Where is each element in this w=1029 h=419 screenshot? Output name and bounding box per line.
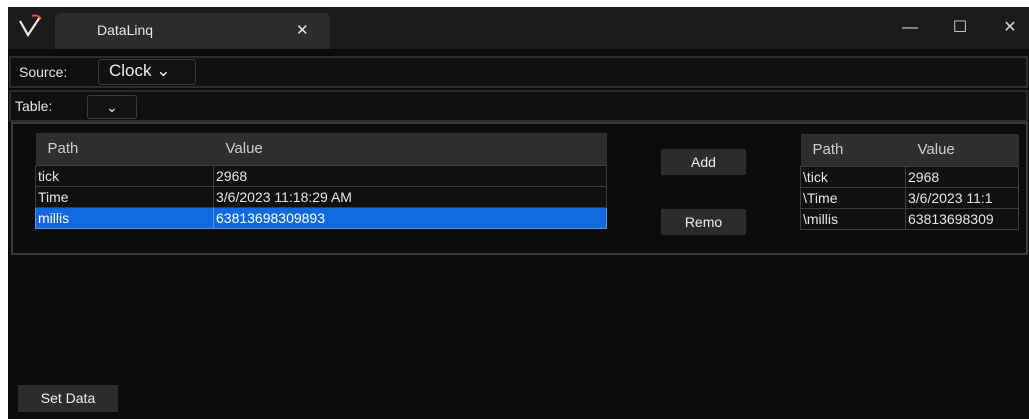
- remove-button[interactable]: Remo: [661, 209, 746, 235]
- column-header-value[interactable]: Value: [213, 133, 607, 165]
- app-logo-icon: [19, 14, 42, 38]
- title-bar: DataLinq ✕ — ☐ ✕: [8, 7, 1029, 49]
- mapping-panel: Path Value tick 2968 Time 3/6/2023 11:18…: [11, 122, 1028, 255]
- path-cell[interactable]: millis: [35, 206, 214, 229]
- path-cell[interactable]: \Time: [800, 186, 906, 209]
- table-row[interactable]: \tick 2968: [800, 165, 1019, 188]
- source-label: Source:: [19, 64, 68, 80]
- tab-datalinq[interactable]: DataLinq ✕: [55, 13, 330, 49]
- set-data-button[interactable]: Set Data: [18, 385, 118, 412]
- value-cell[interactable]: 63813698309893: [213, 206, 607, 229]
- source-grid: Path Value tick 2968 Time 3/6/2023 11:18…: [35, 133, 607, 229]
- path-cell[interactable]: \millis: [800, 207, 906, 230]
- column-header-path[interactable]: Path: [35, 133, 214, 165]
- close-window-button[interactable]: ✕: [992, 15, 1028, 41]
- value-cell[interactable]: 2968: [905, 165, 1019, 188]
- column-header-value[interactable]: Value: [905, 134, 1019, 166]
- source-dropdown[interactable]: Clock ⌄: [98, 59, 196, 85]
- table-row[interactable]: tick 2968: [35, 164, 607, 187]
- tab-close-icon[interactable]: ✕: [296, 21, 309, 39]
- path-cell[interactable]: tick: [35, 164, 214, 187]
- tab-title: DataLinq: [97, 22, 154, 38]
- source-row: Source: Clock ⌄: [9, 56, 1028, 88]
- column-header-path[interactable]: Path: [800, 134, 906, 166]
- value-cell[interactable]: 2968: [213, 164, 607, 187]
- table-label: Table:: [15, 98, 53, 114]
- table-dropdown[interactable]: ⌄: [87, 95, 137, 119]
- value-cell[interactable]: 3/6/2023 11:1: [905, 186, 1019, 209]
- maximize-button[interactable]: ☐: [942, 15, 978, 41]
- value-cell[interactable]: 3/6/2023 11:18:29 AM: [213, 185, 607, 208]
- table-row-selector: Table: ⌄: [9, 90, 1028, 122]
- table-row-selected[interactable]: millis 63813698309893: [35, 206, 607, 229]
- table-row[interactable]: Time 3/6/2023 11:18:29 AM: [35, 185, 607, 208]
- table-row[interactable]: \Time 3/6/2023 11:1: [800, 186, 1019, 209]
- path-cell[interactable]: Time: [35, 185, 214, 208]
- minimize-button[interactable]: —: [892, 15, 928, 41]
- app-window: DataLinq ✕ — ☐ ✕ Source: Clock ⌄ Table: …: [8, 7, 1029, 419]
- value-cell[interactable]: 63813698309: [905, 207, 1019, 230]
- table-row[interactable]: \millis 63813698309: [800, 207, 1019, 230]
- add-button[interactable]: Add: [661, 149, 746, 175]
- path-cell[interactable]: \tick: [800, 165, 906, 188]
- target-grid: Path Value \tick 2968 \Time 3/6/2023 11:…: [800, 134, 1019, 230]
